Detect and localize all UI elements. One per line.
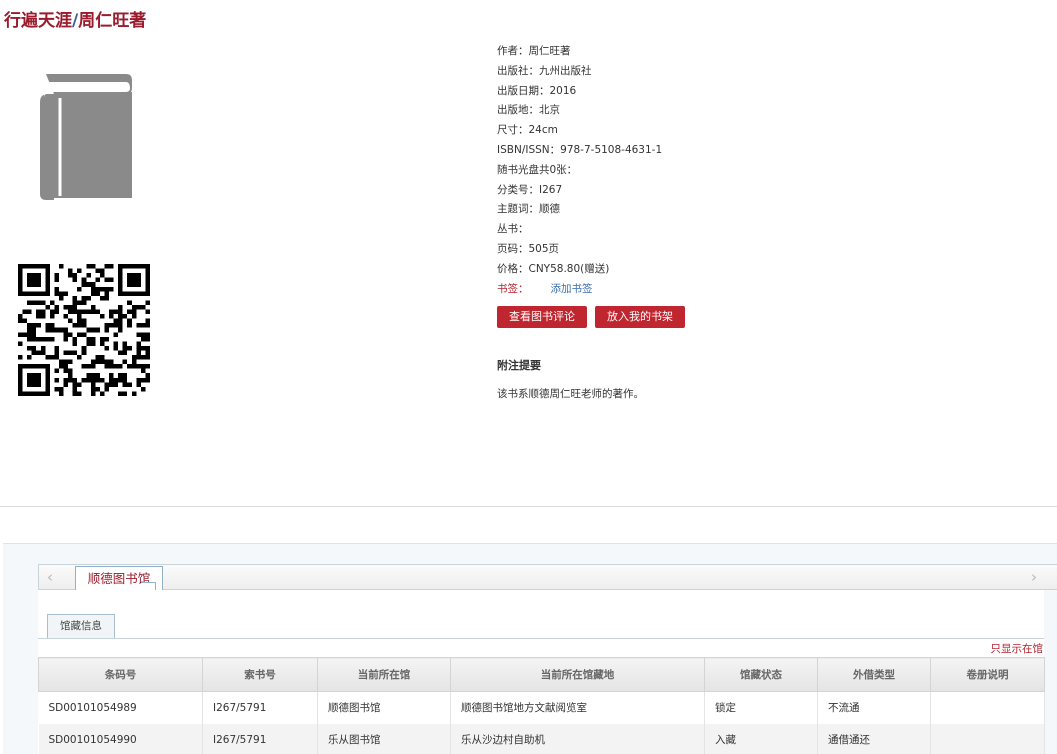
chevron-left-icon[interactable]: ‹ (47, 568, 53, 586)
tab-underline (38, 638, 1044, 639)
detail-value: 周仁旺著 (528, 45, 571, 57)
detail-row: 随书光盘共0张： (497, 161, 662, 181)
detail-label: 分类号： (497, 183, 539, 196)
library-tab-bar: ‹ › (38, 564, 1057, 590)
book-details: 作者：周仁旺著 出版社：九州出版社 出版日期：2016 出版地：北京 尺寸：24cm IS… (497, 42, 662, 299)
table-cell: 乐从图书馆 (317, 723, 451, 754)
detail-value: 24cm (528, 124, 558, 137)
detail-label: ISBN/ISSN： (497, 143, 561, 156)
table-row: SD00101054990 I267/5791 乐从图书馆 乐从沙边村自助机 入藏 通借通… (38, 723, 1045, 754)
column-header[interactable]: 当前所在馆 (317, 657, 451, 692)
detail-row: 尺寸：24cm (497, 121, 662, 141)
action-buttons: 查看图书评论 放入我的书架 (497, 306, 685, 328)
detail-row: 页码：505页 (497, 240, 662, 260)
chevron-right-icon[interactable]: › (1031, 568, 1037, 586)
view-reviews-button[interactable]: 查看图书评论 (497, 306, 587, 328)
column-header[interactable]: 当前所在馆藏地 (450, 657, 705, 692)
detail-label: 主题词： (497, 203, 539, 216)
table-cell (930, 691, 1045, 724)
note-heading: 附注提要 (497, 359, 541, 372)
detail-value: 九州出版社 (539, 64, 592, 77)
note-text: 该书系顺德周仁旺老师的著作。 (497, 388, 644, 400)
detail-value: 978-7-5108-4631-1 (560, 143, 663, 156)
table-cell: 通借通还 (817, 723, 931, 754)
detail-row: ISBN/ISSN：978-7-5108-4631-1 (497, 141, 662, 161)
table-cell: SD00101054990 (38, 723, 203, 754)
detail-label: 尺寸： (497, 124, 529, 137)
tab-shunde-library[interactable]: 顺德图书馆 (75, 566, 163, 593)
detail-row: 出版日期：2016 (497, 82, 662, 102)
table-cell: 不流通 (817, 691, 931, 724)
table-cell: 顺德图书馆 (317, 691, 451, 724)
detail-label: 价格： (497, 262, 529, 275)
table-cell: 乐从沙边村自助机 (450, 723, 705, 754)
table-cell: 顺德图书馆地方文献阅览室 (450, 691, 705, 724)
table-cell: SD00101054989 (38, 691, 203, 724)
tag-row: 书签： 添加书签 (497, 280, 662, 300)
detail-row: 出版地：北京 (497, 101, 662, 121)
table-cell: I267/5791 (202, 691, 318, 724)
book-title-author: 周仁旺著 (78, 11, 147, 31)
table-row: SD00101054989 I267/5791 顺德图书馆 顺德图书馆地方文献阅览室锁… (38, 691, 1045, 724)
column-header[interactable]: 外借类型 (817, 657, 931, 692)
detail-value: I267 (539, 183, 563, 196)
detail-label: 出版地： (497, 104, 539, 117)
tag-label: 书签： (497, 282, 529, 295)
detail-row: 作者：周仁旺著 (497, 42, 662, 62)
detail-label: 丛书： (497, 223, 529, 236)
detail-row: 价格：CNY58.80(赠送) (497, 260, 662, 280)
detail-label: 随书光盘共0张： (497, 163, 578, 176)
detail-label: 页码： (497, 242, 529, 255)
book-title: 行遍天涯/周仁旺著 (4, 6, 146, 31)
table-cell: 入藏 (704, 723, 818, 754)
only-available-link[interactable]: 只显示在馆 (991, 641, 1044, 656)
qr-code (18, 264, 150, 396)
book-title-name: 行遍天涯 (4, 11, 72, 31)
detail-value: CNY58.80(赠送) (528, 262, 610, 275)
section-divider (0, 506, 1057, 507)
table-cell: I267/5791 (202, 723, 318, 754)
detail-label: 出版社： (497, 64, 539, 77)
book-cover-icon (40, 74, 132, 200)
table-cell: 锁定 (704, 691, 818, 724)
column-header[interactable]: 索书号 (202, 657, 318, 692)
column-header[interactable]: 条码号 (38, 657, 203, 692)
detail-row: 主题词：顺德 (497, 200, 662, 220)
add-to-shelf-button[interactable]: 放入我的书架 (595, 306, 685, 328)
tab-holdings-info[interactable]: 馆藏信息 (47, 614, 115, 638)
holdings-table: 条码号 索书号 当前所在馆 当前所在馆藏地 馆藏状态 外借类型 卷册说明 SD0010105… (38, 657, 1045, 754)
detail-value: 北京 (539, 104, 560, 117)
detail-value: 2016 (549, 84, 577, 97)
column-header[interactable]: 卷册说明 (930, 657, 1045, 692)
detail-row: 出版社：九州出版社 (497, 62, 662, 82)
detail-value: 顺德 (539, 203, 560, 216)
detail-row: 丛书： (497, 220, 662, 240)
detail-label: 出版日期： (497, 84, 550, 97)
detail-row: 分类号：I267 (497, 181, 662, 201)
add-tag-link[interactable]: 添加书签 (551, 283, 593, 295)
detail-value: 505页 (528, 242, 560, 255)
table-cell (930, 723, 1045, 754)
column-header[interactable]: 馆藏状态 (704, 657, 818, 692)
detail-label: 作者： (497, 45, 529, 57)
